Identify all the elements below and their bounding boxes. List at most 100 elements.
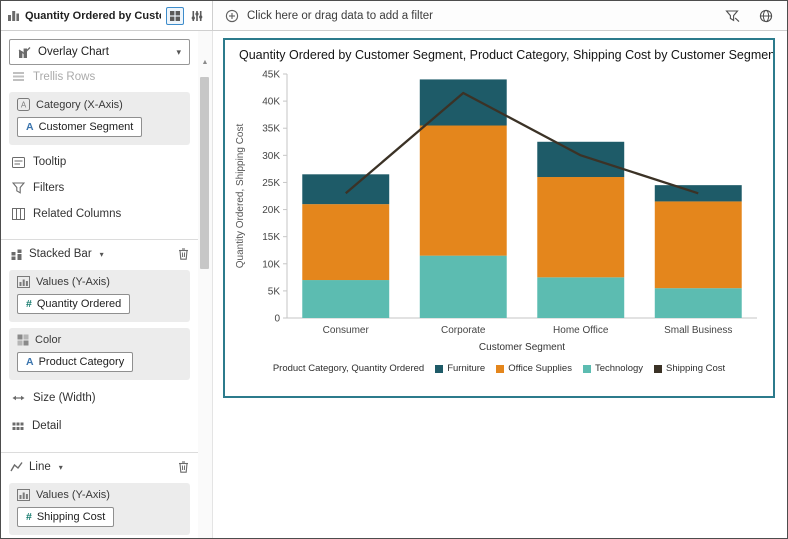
y-tick-label: 20K: [262, 205, 280, 216]
bar-segment-technology[interactable]: [537, 277, 624, 318]
trellis-rows-label: Trellis Rows: [33, 71, 95, 83]
y-tick-label: 10K: [262, 259, 280, 270]
chart-type-value: Overlay Chart: [38, 46, 109, 58]
delete-layer-icon[interactable]: [178, 461, 189, 473]
field-pill-label: Quantity Ordered: [37, 298, 121, 310]
funnel-icon: [12, 182, 25, 194]
y-tick-label: 5K: [268, 286, 281, 297]
bar-segment-furniture[interactable]: [302, 174, 389, 204]
field-pill-customer-segment[interactable]: A Customer Segment: [17, 117, 142, 137]
bar-values-drop-target[interactable]: Values (Y-Axis) # Quantity Ordered: [9, 270, 190, 322]
values-axis-icon: [17, 489, 30, 501]
legend-label: Shipping Cost: [666, 363, 725, 374]
legend-swatch: [583, 365, 591, 373]
tooltip-drop-target[interactable]: Tooltip: [1, 149, 198, 175]
stacked-bar-icon: [10, 248, 23, 261]
attribute-type-icon: A: [26, 356, 34, 368]
y-tick-label: 35K: [262, 124, 280, 135]
panel-settings-icon[interactable]: [188, 7, 206, 25]
canvas-title: Quantity Ordered by Custom...: [25, 10, 161, 22]
grid-layout-icon[interactable]: [166, 7, 184, 25]
y-tick-label: 15K: [262, 232, 280, 243]
canvas: Quantity Ordered by Customer Segment, Pr…: [213, 31, 787, 538]
shipping-cost-line[interactable]: [346, 93, 699, 193]
line-header-label: Line: [29, 461, 51, 473]
chevron-down-icon: ▾: [176, 47, 181, 58]
field-pill-label: Product Category: [39, 356, 125, 368]
topbar: Quantity Ordered by Custom... Click here…: [1, 1, 787, 31]
filter-bar-menu-icon[interactable]: [723, 7, 741, 25]
bar-segment-technology[interactable]: [420, 256, 507, 318]
legend-label: Technology: [595, 363, 643, 374]
filters-drop-target[interactable]: Filters: [1, 175, 198, 201]
field-pill-label: Customer Segment: [39, 121, 134, 133]
field-pill-product-category[interactable]: A Product Category: [17, 352, 133, 372]
y-tick-label: 25K: [262, 178, 280, 189]
y-axis-title: Quantity Ordered, Shipping Cost: [235, 124, 246, 269]
filter-bar-prompt[interactable]: Click here or drag data to add a filter: [247, 10, 433, 22]
detail-grid-icon: [12, 422, 24, 431]
legend-item[interactable]: Furniture: [435, 363, 485, 374]
chart-title: Quantity Ordered by Customer Segment, Pr…: [225, 48, 773, 62]
field-pill-quantity-ordered[interactable]: # Quantity Ordered: [17, 294, 130, 314]
bar-segment-technology[interactable]: [302, 280, 389, 318]
visualization-card[interactable]: Quantity Ordered by Customer Segment, Pr…: [223, 38, 775, 398]
field-pill-shipping-cost[interactable]: # Shipping Cost: [17, 507, 114, 527]
grammar-panel-content: Overlay Chart ▾ Trellis Rows A Category …: [1, 31, 198, 538]
legend-label: Office Supplies: [508, 363, 572, 374]
stacked-bar-section-header[interactable]: Stacked Bar ▾: [1, 240, 198, 268]
category-label: Category (X-Axis): [36, 99, 123, 111]
y-tick-label: 40K: [262, 97, 280, 108]
x-tick-label: Corporate: [441, 325, 486, 336]
overlay-chart-icon: [18, 46, 31, 59]
columns-icon: [12, 208, 25, 220]
size-width-icon: [12, 393, 25, 403]
detail-drop-target[interactable]: Detail: [1, 412, 198, 440]
category-x-axis-drop-target[interactable]: A Category (X-Axis) A Customer Segment: [9, 92, 190, 145]
add-filter-icon[interactable]: [225, 9, 239, 23]
svg-text:A: A: [21, 101, 27, 110]
field-pill-label: Shipping Cost: [37, 511, 106, 523]
attribute-type-icon: A: [26, 121, 34, 133]
section-caret-icon[interactable]: ▾: [59, 463, 63, 472]
legend-swatch: [654, 365, 662, 373]
legend-item[interactable]: Shipping Cost: [654, 363, 725, 374]
measure-type-icon: #: [26, 298, 32, 310]
bar-segment-office-supplies[interactable]: [537, 177, 624, 277]
workbook-title-bar: Quantity Ordered by Custom...: [1, 1, 213, 30]
line-section-header[interactable]: Line ▾: [1, 453, 198, 481]
delete-layer-icon[interactable]: [178, 248, 189, 260]
attribute-box-icon: A: [17, 98, 30, 111]
sidebar-scrollbar[interactable]: ▲: [198, 31, 212, 538]
y-tick-label: 30K: [262, 151, 280, 162]
detail-label: Detail: [32, 420, 61, 432]
legend-item[interactable]: Office Supplies: [496, 363, 572, 374]
bar-segment-office-supplies[interactable]: [302, 204, 389, 280]
legend-item[interactable]: Technology: [583, 363, 643, 374]
bar-segment-furniture[interactable]: [537, 142, 624, 177]
bar-color-drop-target[interactable]: Color A Product Category: [9, 328, 190, 380]
bar-segment-office-supplies[interactable]: [655, 201, 742, 288]
related-columns-row[interactable]: Related Columns: [1, 201, 198, 227]
bar-chart-icon: [7, 9, 20, 22]
y-tick-label: 0: [274, 314, 280, 325]
chart-plot[interactable]: 05K10K15K20K25K30K35K40K45KConsumerCorpo…: [229, 66, 773, 362]
measure-type-icon: #: [26, 511, 32, 523]
scrollbar-thumb[interactable]: [200, 77, 209, 269]
line-values-label: Values (Y-Axis): [36, 489, 110, 501]
color-icon: [17, 334, 29, 346]
section-caret-icon[interactable]: ▾: [100, 250, 104, 259]
trellis-rows-drop-target[interactable]: Trellis Rows: [1, 67, 198, 86]
bar-segment-technology[interactable]: [655, 288, 742, 318]
x-tick-label: Consumer: [323, 325, 370, 336]
scroll-up-icon[interactable]: ▲: [198, 59, 212, 66]
line-values-drop-target[interactable]: Values (Y-Axis) # Shipping Cost: [9, 483, 190, 535]
values-axis-icon: [17, 276, 30, 288]
globe-grid-icon[interactable]: [757, 7, 775, 25]
filter-bar[interactable]: Click here or drag data to add a filter: [213, 1, 787, 30]
legend-label: Furniture: [447, 363, 485, 374]
chart-type-dropdown[interactable]: Overlay Chart ▾: [9, 39, 190, 65]
legend-title: Product Category, Quantity Ordered: [273, 363, 424, 374]
bar-segment-office-supplies[interactable]: [420, 126, 507, 256]
size-width-drop-target[interactable]: Size (Width): [1, 384, 198, 412]
